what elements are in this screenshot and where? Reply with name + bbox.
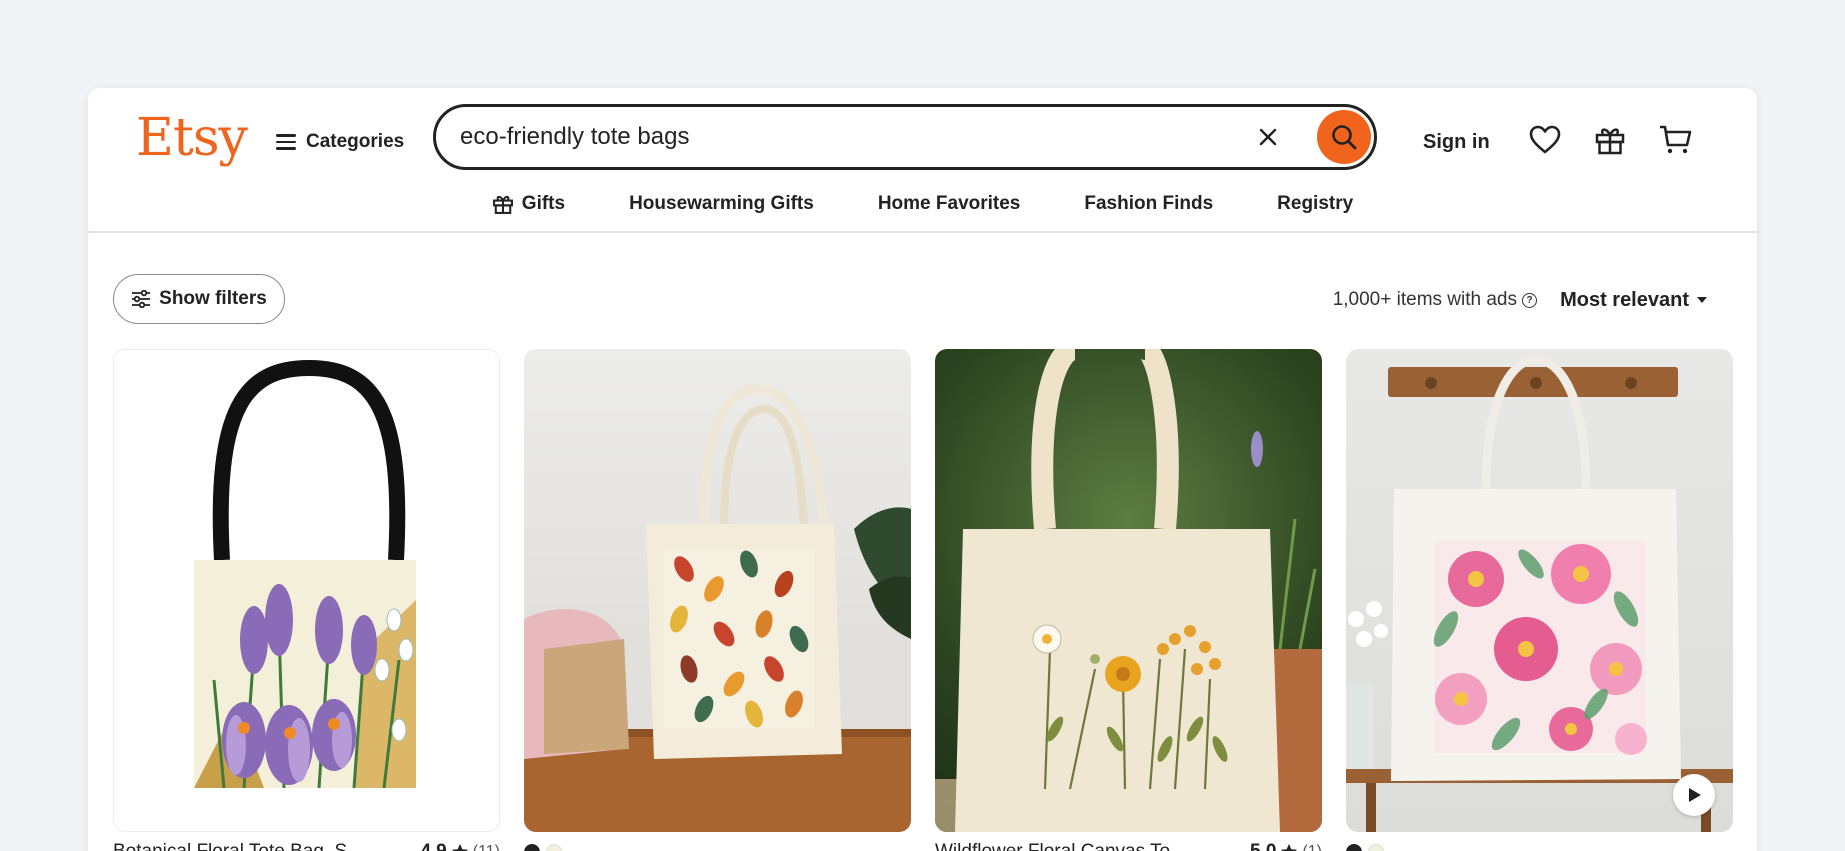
swatch-black[interactable] — [1346, 844, 1362, 851]
listing-title[interactable]: Wildflower Floral Canvas To — [935, 841, 1180, 851]
review-count: (11) — [473, 843, 500, 851]
subnav-label-gifts: Gifts — [521, 193, 566, 214]
sort-label: Most relevant — [1560, 288, 1689, 311]
search-input[interactable] — [460, 117, 1220, 157]
star-icon — [451, 843, 468, 851]
subnav-item-fashion-finds[interactable]: Fashion Finds — [1084, 184, 1213, 224]
gift-mode-button[interactable] — [1588, 118, 1632, 162]
search-bar — [433, 104, 1377, 170]
listing-image[interactable] — [1346, 349, 1733, 832]
gift-icon — [1595, 128, 1625, 155]
wildflower-tote-image — [935, 349, 1322, 832]
hamburger-icon — [276, 134, 296, 150]
show-filters-button[interactable]: Show filters — [113, 274, 285, 324]
cart-icon — [1660, 125, 1692, 154]
play-icon — [1689, 788, 1701, 802]
subnav-item-home-favorites[interactable]: Home Favorites — [878, 184, 1021, 224]
star-icon — [1281, 843, 1298, 851]
info-icon[interactable]: ? — [1522, 292, 1537, 308]
results-count: 1,000+ items with ads ? — [1333, 284, 1537, 316]
hibiscus-tote-image — [1346, 354, 1733, 832]
listing-rating: 4.9 (11) — [420, 841, 500, 851]
listing-image[interactable] — [524, 349, 911, 832]
listing-rating: 5.0 (1) — [1250, 841, 1322, 851]
listing-card[interactable]: Wildflower Floral Canvas To 5.0 (1) — [935, 349, 1322, 851]
swatch-black[interactable] — [524, 844, 540, 851]
rating-value: 5.0 — [1250, 841, 1276, 851]
caret-down-icon — [1697, 297, 1707, 303]
rating-value: 4.9 — [420, 841, 446, 851]
floral-tote-image — [194, 359, 416, 789]
cart-button[interactable] — [1654, 118, 1698, 162]
listing-title[interactable]: Botanical Floral Tote Bag, S — [113, 841, 358, 851]
browser-window: Etsy Categories Sign in — [88, 88, 1757, 851]
sign-in-link[interactable]: Sign in — [1423, 124, 1490, 160]
sort-dropdown[interactable]: Most relevant — [1560, 284, 1707, 316]
heart-icon — [1529, 125, 1561, 154]
swatch-natural[interactable] — [1368, 844, 1384, 851]
swatch-natural[interactable] — [546, 844, 562, 851]
search-button[interactable] — [1317, 110, 1371, 164]
favorites-button[interactable] — [1523, 118, 1567, 162]
listing-image[interactable] — [113, 349, 500, 832]
subnav-item-gifts[interactable]: Gifts — [492, 184, 565, 224]
categories-button[interactable]: Categories — [276, 124, 404, 160]
subnav-bar: Gifts Housewarming Gifts Home Favorites … — [88, 184, 1757, 224]
color-swatches — [524, 844, 562, 851]
etsy-logo[interactable]: Etsy — [136, 108, 248, 168]
color-swatches — [1346, 844, 1384, 851]
leaf-tote-image — [524, 384, 911, 832]
site-header: Etsy Categories Sign in — [88, 88, 1757, 233]
close-icon — [1259, 128, 1277, 146]
listing-card[interactable] — [1346, 349, 1733, 851]
categories-label: Categories — [306, 131, 405, 152]
filter-icon — [132, 290, 151, 308]
subnav-item-registry[interactable]: Registry — [1277, 184, 1353, 224]
gift-icon — [492, 195, 513, 214]
search-icon — [1332, 125, 1357, 150]
listing-card[interactable]: Botanical Floral Tote Bag, S 4.9 (11) — [113, 349, 500, 851]
listing-card[interactable] — [524, 349, 911, 851]
review-count: (1) — [1302, 843, 1322, 851]
results-count-text: 1,000+ items with ads — [1332, 289, 1517, 310]
show-filters-label: Show filters — [159, 288, 267, 309]
listing-image[interactable] — [935, 349, 1322, 832]
clear-search-button[interactable] — [1254, 123, 1282, 151]
subnav-item-housewarming[interactable]: Housewarming Gifts — [629, 184, 814, 224]
play-video-button[interactable] — [1673, 774, 1715, 816]
